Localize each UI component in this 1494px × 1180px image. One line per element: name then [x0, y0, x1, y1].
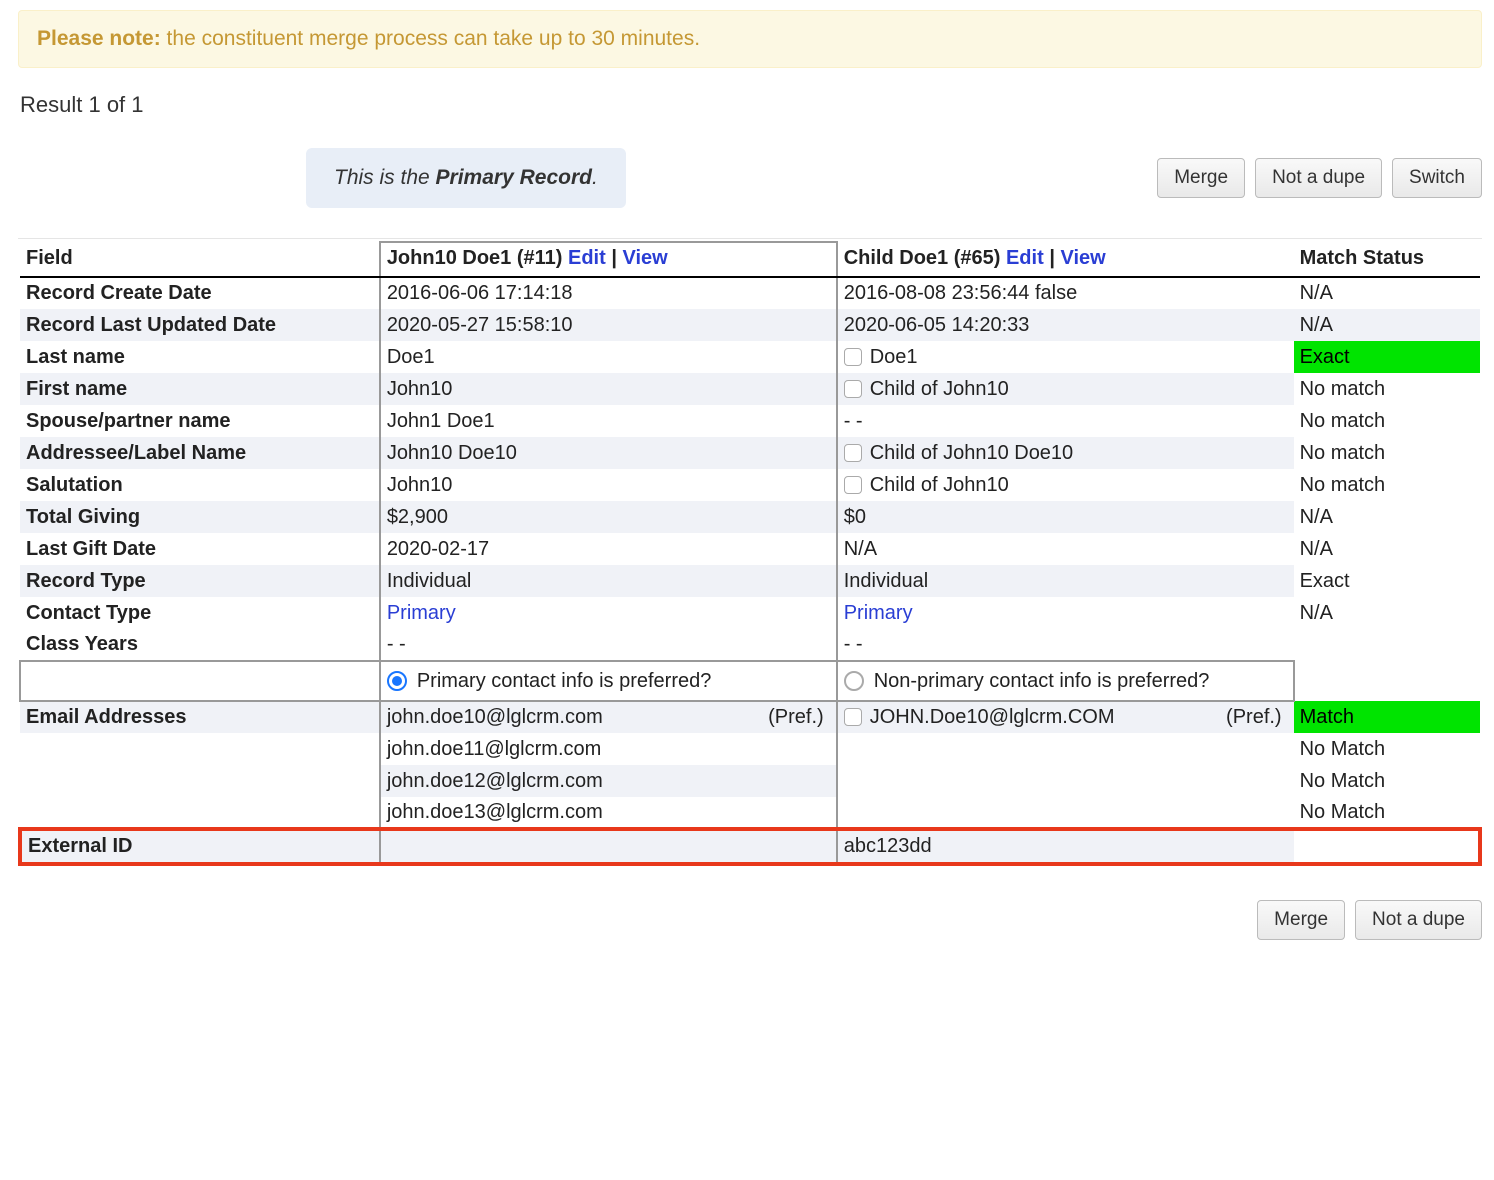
row-first-name: First name John10 Child of John10 No mat…	[20, 373, 1480, 405]
merge-table: Field John10 Doe1 (#11) Edit | View Chil…	[18, 241, 1482, 866]
row-external-id: External ID abc123dd	[20, 829, 1480, 864]
row-spouse: Spouse/partner name John1 Doe1 - - No ma…	[20, 405, 1480, 437]
row-record-type: Record Type Individual Individual Exact	[20, 565, 1480, 597]
checkbox-addressee[interactable]	[844, 444, 862, 462]
header-record-2: Child Doe1 (#65) Edit | View	[837, 242, 1294, 277]
header-row: This is the Primary Record. Merge Not a …	[18, 148, 1482, 208]
separator	[18, 238, 1482, 239]
row-last-gift: Last Gift Date 2020-02-17 N/A N/A	[20, 533, 1480, 565]
radio-primary-preferred[interactable]	[387, 671, 407, 691]
merge-button[interactable]: Merge	[1157, 158, 1245, 198]
row-class-years: Class Years - - - -	[20, 629, 1480, 661]
rec1-view-link[interactable]: View	[623, 247, 668, 269]
top-button-group: Merge Not a dupe Switch	[1157, 158, 1482, 198]
header-match-status: Match Status	[1294, 242, 1480, 277]
row-addressee: Addressee/Label Name John10 Doe10 Child …	[20, 437, 1480, 469]
not-dupe-button[interactable]: Not a dupe	[1255, 158, 1382, 198]
checkbox-last-name[interactable]	[844, 348, 862, 366]
rec2-edit-link[interactable]: Edit	[1006, 247, 1044, 269]
row-last-name: Last name Doe1 Doe1 Exact	[20, 341, 1480, 373]
checkbox-email-main[interactable]	[844, 708, 862, 726]
bottom-button-group: Merge Not a dupe	[18, 900, 1482, 940]
row-salutation: Salutation John10 Child of John10 No mat…	[20, 469, 1480, 501]
row-contact-type: Contact Type Primary Primary N/A	[20, 597, 1480, 629]
merge-note: Please note: the constituent merge proce…	[18, 10, 1482, 68]
rec1-edit-link[interactable]: Edit	[568, 247, 606, 269]
row-email-4: john.doe13@lglcrm.com No Match	[20, 797, 1480, 829]
row-updated-date: Record Last Updated Date 2020-05-27 15:5…	[20, 309, 1480, 341]
not-dupe-button-bottom[interactable]: Not a dupe	[1355, 900, 1482, 940]
result-count: Result 1 of 1	[20, 92, 1482, 118]
row-preferred-contact: Primary contact info is preferred? Non-p…	[20, 661, 1480, 701]
merge-button-bottom[interactable]: Merge	[1257, 900, 1345, 940]
merge-note-text: the constituent merge process can take u…	[161, 27, 700, 50]
header-field: Field	[20, 242, 380, 277]
rec2-view-link[interactable]: View	[1060, 247, 1105, 269]
row-email-2: john.doe11@lglcrm.com No Match	[20, 733, 1480, 765]
status-exact: Exact	[1294, 341, 1480, 373]
checkbox-first-name[interactable]	[844, 380, 862, 398]
primary-record-badge: This is the Primary Record.	[306, 148, 626, 208]
merge-note-label: Please note:	[37, 27, 161, 50]
row-email-3: john.doe12@lglcrm.com No Match	[20, 765, 1480, 797]
row-total-giving: Total Giving $2,900 $0 N/A	[20, 501, 1480, 533]
switch-button[interactable]: Switch	[1392, 158, 1482, 198]
row-email-main: Email Addresses john.doe10@lglcrm.com(Pr…	[20, 701, 1480, 733]
header-record-1: John10 Doe1 (#11) Edit | View	[380, 242, 837, 277]
status-match: Match	[1294, 701, 1480, 733]
radio-nonprimary-preferred[interactable]	[844, 671, 864, 691]
checkbox-salutation[interactable]	[844, 476, 862, 494]
row-create-date: Record Create Date 2016-06-06 17:14:18 2…	[20, 277, 1480, 309]
